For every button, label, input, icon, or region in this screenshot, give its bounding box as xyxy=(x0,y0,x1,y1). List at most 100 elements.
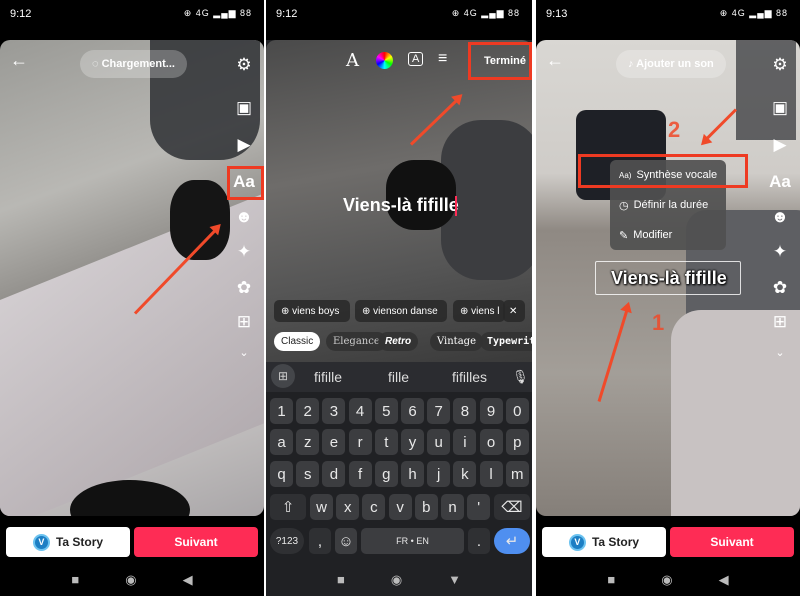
text-background-icon[interactable]: A xyxy=(408,52,424,66)
key[interactable]: g xyxy=(374,461,398,487)
flip-icon[interactable]: ▣ xyxy=(768,98,792,118)
key[interactable]: w xyxy=(310,494,333,520)
key[interactable]: s xyxy=(296,461,320,487)
add-media-icon[interactable]: ⊞ xyxy=(232,312,256,332)
key[interactable]: 2 xyxy=(296,398,320,424)
shift-key[interactable]: ⇧ xyxy=(270,494,306,520)
enter-key[interactable]: ↵ xyxy=(494,528,530,554)
settings-icon[interactable]: ⚙ xyxy=(768,55,792,75)
filters-icon[interactable]: ✿ xyxy=(232,278,256,298)
emoji-key[interactable]: ☺ xyxy=(335,528,357,554)
next-button[interactable]: Suivant xyxy=(134,527,258,557)
key[interactable]: x xyxy=(336,494,360,520)
text-overlay[interactable]: Viens-là fifille xyxy=(611,268,727,289)
key[interactable]: 8 xyxy=(453,398,477,424)
key[interactable]: i xyxy=(453,429,477,455)
key[interactable]: v xyxy=(388,494,412,520)
sticker-icon[interactable]: ☻ xyxy=(232,207,256,227)
add-sound-button[interactable]: ♪ Ajouter un son xyxy=(616,50,726,78)
word-suggestion[interactable]: fifilles xyxy=(452,369,487,385)
key[interactable]: d xyxy=(322,461,346,487)
chevron-down-icon[interactable]: ⌄ xyxy=(768,346,792,359)
nav-bar: ■ ◉ ▼ xyxy=(266,572,532,588)
back-icon[interactable]: ← xyxy=(10,50,28,71)
key[interactable]: q xyxy=(270,461,293,487)
key[interactable]: 1 xyxy=(270,398,293,424)
settings-icon[interactable]: ⚙ xyxy=(232,55,256,75)
symbols-key[interactable]: ?123 xyxy=(270,528,304,554)
effects-icon[interactable]: ✦ xyxy=(232,242,256,262)
back-nav-icon[interactable]: ◀ xyxy=(719,572,729,588)
home-icon[interactable]: ◉ xyxy=(391,572,402,588)
key[interactable]: m xyxy=(505,461,529,487)
key[interactable]: a xyxy=(270,429,293,455)
recents-icon[interactable]: ■ xyxy=(337,572,345,588)
key[interactable]: u xyxy=(427,429,451,455)
key[interactable]: t xyxy=(374,429,398,455)
your-story-button[interactable]: V Ta Story xyxy=(6,527,130,557)
microphone-icon[interactable]: 🎙 xyxy=(512,369,529,385)
key[interactable]: b xyxy=(414,494,438,520)
key[interactable]: k xyxy=(453,461,477,487)
comma-key[interactable]: , xyxy=(309,528,331,554)
key[interactable]: z xyxy=(296,429,320,455)
backspace-key[interactable]: ⌫ xyxy=(494,494,530,520)
style-vintage[interactable]: Vintage xyxy=(430,332,483,351)
next-button[interactable]: Suivant xyxy=(670,527,794,557)
align-icon[interactable]: ≡ xyxy=(438,50,447,68)
menu-set-duration[interactable]: ◷ Définir la durée xyxy=(610,190,726,220)
space-key[interactable]: FR • EN xyxy=(361,528,464,554)
word-suggestion[interactable]: fifille xyxy=(314,369,342,385)
back-icon[interactable]: ← xyxy=(546,50,564,71)
suggestion-chip[interactable]: ⊕ viens boys xyxy=(274,300,350,322)
key[interactable]: o xyxy=(479,429,503,455)
recents-icon[interactable]: ■ xyxy=(71,572,79,588)
text-tool-icon[interactable]: Aa xyxy=(768,172,792,192)
back-nav-icon[interactable]: ◀ xyxy=(183,572,193,588)
style-classic[interactable]: Classic xyxy=(274,332,321,351)
home-icon[interactable]: ◉ xyxy=(661,572,672,588)
key[interactable]: 3 xyxy=(322,398,346,424)
key[interactable]: c xyxy=(362,494,386,520)
key[interactable]: 6 xyxy=(401,398,424,424)
home-icon[interactable]: ◉ xyxy=(125,572,136,588)
sticker-icon[interactable]: ☻ xyxy=(768,207,792,227)
key[interactable]: 4 xyxy=(348,398,372,424)
effects-icon[interactable]: ✦ xyxy=(768,242,792,262)
key[interactable]: f xyxy=(348,461,372,487)
key[interactable]: p xyxy=(505,429,529,455)
key[interactable]: 0 xyxy=(505,398,529,424)
recents-icon[interactable]: ■ xyxy=(607,572,615,588)
key[interactable]: l xyxy=(479,461,503,487)
flip-icon[interactable]: ▣ xyxy=(232,98,256,118)
hide-keyboard-icon[interactable]: ▼ xyxy=(448,572,461,588)
key[interactable]: ' xyxy=(467,494,491,520)
suggestion-chip[interactable]: ⊕ viens l xyxy=(453,300,505,322)
menu-edit[interactable]: ✎ Modifier xyxy=(610,220,726,250)
key[interactable]: 7 xyxy=(427,398,451,424)
key[interactable]: y xyxy=(401,429,424,455)
text-input[interactable]: Viens-là fifille xyxy=(343,195,459,216)
word-suggestion[interactable]: fille xyxy=(388,369,409,385)
key[interactable]: 5 xyxy=(374,398,398,424)
key[interactable]: e xyxy=(322,429,346,455)
key[interactable]: n xyxy=(441,494,464,520)
close-suggestions-icon[interactable]: ✕ xyxy=(503,300,525,322)
key[interactable]: r xyxy=(348,429,372,455)
font-icon[interactable]: A xyxy=(346,50,359,71)
key[interactable]: j xyxy=(427,461,451,487)
add-media-icon[interactable]: ⊞ xyxy=(768,312,792,332)
video-icon[interactable]: ▶ xyxy=(232,135,256,155)
your-story-button[interactable]: V Ta Story xyxy=(542,527,666,557)
key[interactable]: 9 xyxy=(479,398,503,424)
chevron-down-icon[interactable]: ⌄ xyxy=(232,346,256,359)
suggestion-chip[interactable]: ⊕ vienson danse xyxy=(355,300,447,322)
key[interactable]: h xyxy=(401,461,424,487)
color-picker-icon[interactable] xyxy=(376,52,393,69)
period-key[interactable]: . xyxy=(468,528,490,554)
video-icon[interactable]: ▶ xyxy=(768,135,792,155)
style-retro[interactable]: Retro xyxy=(378,332,419,351)
style-typewriter[interactable]: Typewriter xyxy=(480,332,532,351)
apps-icon[interactable]: ⊞ xyxy=(271,364,295,388)
filters-icon[interactable]: ✿ xyxy=(768,278,792,298)
